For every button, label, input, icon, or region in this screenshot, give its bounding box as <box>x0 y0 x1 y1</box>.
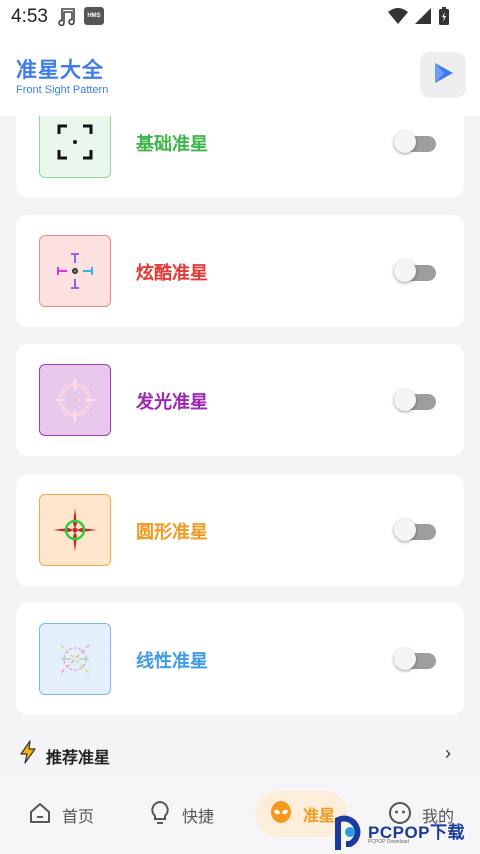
circle-crosshair-thumbnail <box>39 494 111 566</box>
tab-label: 首页 <box>62 809 95 826</box>
toggle-switch[interactable] <box>394 260 436 282</box>
linear-crosshair-icon <box>60 644 90 674</box>
music-note-icon <box>56 6 76 31</box>
status-bar: 4:53 HMS <box>0 0 480 32</box>
hms-icon: HMS <box>84 7 104 25</box>
cool-crosshair-icon <box>57 253 93 289</box>
home-icon <box>28 801 52 830</box>
app-header: 准星大全 Front Sight Pattern <box>0 32 480 116</box>
card-label: 炫酷准星 <box>136 263 208 283</box>
tab-shortcut[interactable]: 快捷 <box>148 795 214 835</box>
toggle-switch[interactable] <box>394 389 436 411</box>
status-time: 4:53 <box>11 6 48 27</box>
linear-crosshair-thumbnail <box>39 623 111 695</box>
play-icon <box>430 60 456 91</box>
toggle-switch[interactable] <box>394 648 436 670</box>
basic-crosshair-icon <box>57 124 93 160</box>
crosshair-list[interactable]: 基础准星 炫酷准星 发光准星 圆形准星 线性准星 推荐准星 › <box>0 116 480 773</box>
glow-crosshair-thumbnail <box>39 364 111 436</box>
circle-crosshair-icon <box>53 508 97 552</box>
glow-crosshair-icon <box>54 379 96 421</box>
recommend-row[interactable]: 推荐准星 › <box>0 736 480 772</box>
tab-home[interactable]: 首页 <box>28 795 94 835</box>
pcpop-logo-icon <box>335 815 361 850</box>
play-button[interactable] <box>420 52 466 98</box>
page-title: 准星大全 <box>16 59 104 82</box>
cool-crosshair-thumbnail <box>39 235 111 307</box>
card-linear-crosshair[interactable]: 线性准星 <box>16 603 464 715</box>
watermark-subtext: PCPOP Download <box>368 839 410 845</box>
tab-label: 快捷 <box>182 809 215 826</box>
recommend-label: 推荐准星 <box>46 750 111 767</box>
lightbulb-icon <box>148 800 172 831</box>
card-label: 发光准星 <box>136 392 208 412</box>
chevron-right-icon: › <box>445 743 451 763</box>
card-label: 圆形准星 <box>136 522 208 542</box>
watermark: PCPOP下载 PCPOP Download <box>334 808 480 854</box>
card-label: 线性准星 <box>136 651 208 671</box>
basic-crosshair-thumbnail <box>39 116 111 178</box>
toggle-switch[interactable] <box>394 519 436 541</box>
lightning-icon <box>19 740 37 769</box>
page-subtitle: Front Sight Pattern <box>16 84 109 96</box>
card-basic-crosshair[interactable]: 基础准星 <box>16 116 464 198</box>
card-glow-crosshair[interactable]: 发光准星 <box>16 344 464 456</box>
battery-icon <box>438 6 450 31</box>
wifi-icon <box>388 7 408 30</box>
alien-icon <box>269 800 293 829</box>
card-label: 基础准星 <box>136 134 208 154</box>
card-circle-crosshair[interactable]: 圆形准星 <box>16 474 464 586</box>
card-cool-crosshair[interactable]: 炫酷准星 <box>16 215 464 327</box>
signal-icon <box>414 7 432 30</box>
tab-label: 准星 <box>303 808 336 825</box>
toggle-switch[interactable] <box>394 131 436 153</box>
